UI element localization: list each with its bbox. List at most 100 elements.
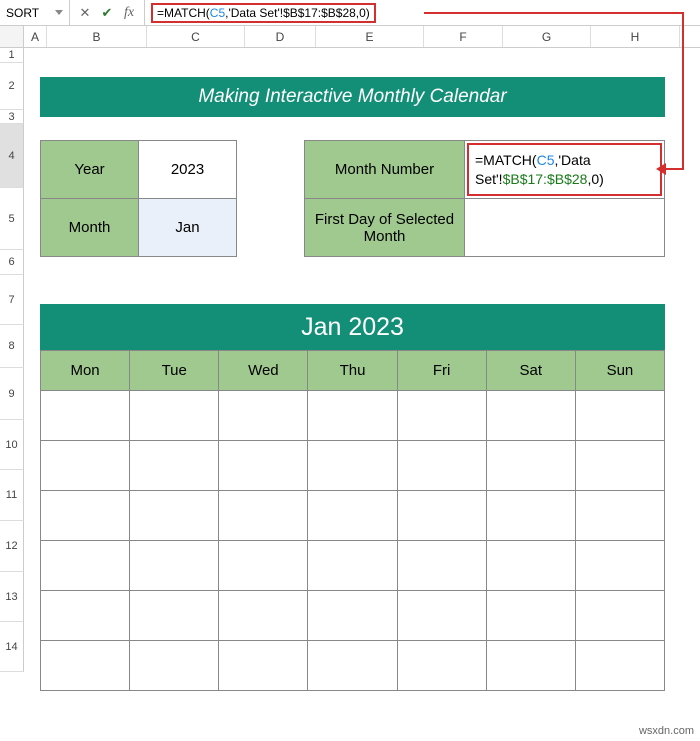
calendar-cell[interactable] bbox=[397, 641, 486, 691]
calendar-cell[interactable] bbox=[397, 491, 486, 541]
calendar-cell[interactable] bbox=[486, 591, 575, 641]
callout-line bbox=[682, 14, 684, 170]
worksheet[interactable]: Making Interactive Monthly Calendar Year… bbox=[24, 48, 700, 741]
month-value[interactable]: Jan bbox=[139, 199, 237, 257]
calendar-cell[interactable] bbox=[219, 641, 308, 691]
col-header-D[interactable]: D bbox=[245, 26, 316, 47]
calendar-cell[interactable] bbox=[219, 541, 308, 591]
row-header-2[interactable]: 2 bbox=[0, 63, 24, 110]
calendar-cell[interactable] bbox=[308, 441, 397, 491]
calendar-cell[interactable] bbox=[130, 491, 219, 541]
calendar-cell[interactable] bbox=[575, 641, 664, 691]
day-header-fri: Fri bbox=[397, 351, 486, 391]
year-label: Year bbox=[41, 141, 139, 199]
day-header-tue: Tue bbox=[130, 351, 219, 391]
calendar-cell[interactable] bbox=[130, 641, 219, 691]
row-header-7[interactable]: 7 bbox=[0, 275, 24, 325]
day-header-mon: Mon bbox=[41, 351, 130, 391]
calendar-cell[interactable] bbox=[486, 641, 575, 691]
select-all-corner[interactable] bbox=[0, 26, 24, 47]
col-header-B[interactable]: B bbox=[47, 26, 147, 47]
calendar-cell[interactable] bbox=[397, 591, 486, 641]
calendar-cell[interactable] bbox=[486, 491, 575, 541]
row-headers: 1 2 3 4 5 6 7 8 9 10 11 12 13 14 bbox=[0, 48, 24, 741]
row-header-1[interactable]: 1 bbox=[0, 48, 24, 63]
watermark: wsxdn.com bbox=[639, 725, 694, 737]
formula-highlight: =MATCH(C5,'Data Set'!$B$17:$B$28,0) bbox=[151, 3, 376, 23]
calendar-cell[interactable] bbox=[308, 591, 397, 641]
first-day-cell[interactable] bbox=[465, 199, 665, 257]
day-header-sun: Sun bbox=[575, 351, 664, 391]
calendar-cell[interactable] bbox=[219, 491, 308, 541]
calendar-cell[interactable] bbox=[130, 391, 219, 441]
month-number-cell[interactable]: =MATCH(C5,'Data Set'!$B$17:$B$28,0) bbox=[465, 141, 665, 199]
formula-bar-icons: ✕ ✔ fx bbox=[70, 0, 145, 25]
row-header-5[interactable]: 5 bbox=[0, 188, 24, 250]
calendar-cell[interactable] bbox=[41, 541, 130, 591]
calendar-cell[interactable] bbox=[486, 391, 575, 441]
calendar-cell[interactable] bbox=[219, 391, 308, 441]
year-month-table: Year 2023 Month Jan bbox=[40, 140, 237, 257]
calendar-cell[interactable] bbox=[41, 491, 130, 541]
month-info-table: Month Number =MATCH(C5,'Data Set'!$B$17:… bbox=[304, 140, 665, 257]
col-header-E[interactable]: E bbox=[316, 26, 424, 47]
calendar-cell[interactable] bbox=[41, 641, 130, 691]
calendar-table: Mon Tue Wed Thu Fri Sat Sun bbox=[40, 350, 665, 691]
day-header-sat: Sat bbox=[486, 351, 575, 391]
row-header-3[interactable]: 3 bbox=[0, 110, 24, 124]
row-header-10[interactable]: 10 bbox=[0, 420, 24, 470]
col-header-G[interactable]: G bbox=[503, 26, 591, 47]
calendar-cell[interactable] bbox=[397, 391, 486, 441]
name-box[interactable]: SORT bbox=[0, 0, 70, 25]
calendar-cell[interactable] bbox=[219, 591, 308, 641]
row-header-8[interactable]: 8 bbox=[0, 325, 24, 368]
row-header-14[interactable]: 14 bbox=[0, 622, 24, 672]
row-header-13[interactable]: 13 bbox=[0, 572, 24, 622]
calendar-cell[interactable] bbox=[130, 541, 219, 591]
row-header-11[interactable]: 11 bbox=[0, 470, 24, 521]
calendar-cell[interactable] bbox=[397, 541, 486, 591]
calendar-cell[interactable] bbox=[486, 441, 575, 491]
col-header-F[interactable]: F bbox=[424, 26, 503, 47]
calendar-cell[interactable] bbox=[41, 391, 130, 441]
calendar-cell[interactable] bbox=[308, 641, 397, 691]
row-header-4[interactable]: 4 bbox=[0, 124, 24, 188]
calendar-cell[interactable] bbox=[130, 591, 219, 641]
column-headers: A B C D E F G H bbox=[0, 26, 700, 48]
calendar-cell[interactable] bbox=[575, 491, 664, 541]
month-number-label: Month Number bbox=[305, 141, 465, 199]
calendar-title: Jan 2023 bbox=[40, 304, 665, 350]
calendar-cell[interactable] bbox=[397, 441, 486, 491]
first-day-label: First Day of Selected Month bbox=[305, 199, 465, 257]
callout-line bbox=[664, 168, 684, 170]
calendar-cell[interactable] bbox=[575, 591, 664, 641]
formula-display: =MATCH(C5,'Data Set'!$B$17:$B$28,0) bbox=[467, 143, 662, 196]
col-header-H[interactable]: H bbox=[591, 26, 680, 47]
calendar-cell[interactable] bbox=[41, 591, 130, 641]
calendar-cell[interactable] bbox=[575, 441, 664, 491]
calendar-cell[interactable] bbox=[486, 541, 575, 591]
row-header-6[interactable]: 6 bbox=[0, 250, 24, 275]
calendar-cell[interactable] bbox=[308, 491, 397, 541]
calendar-cell[interactable] bbox=[575, 391, 664, 441]
month-label: Month bbox=[41, 199, 139, 257]
page-title: Making Interactive Monthly Calendar bbox=[40, 77, 665, 117]
calendar-cell[interactable] bbox=[308, 391, 397, 441]
year-value[interactable]: 2023 bbox=[139, 141, 237, 199]
row-header-12[interactable]: 12 bbox=[0, 521, 24, 572]
calendar-cell[interactable] bbox=[130, 441, 219, 491]
enter-icon[interactable]: ✔ bbox=[96, 5, 118, 21]
cancel-icon[interactable]: ✕ bbox=[74, 5, 96, 21]
fx-icon[interactable]: fx bbox=[118, 5, 140, 21]
day-header-thu: Thu bbox=[308, 351, 397, 391]
calendar-cell[interactable] bbox=[308, 541, 397, 591]
calendar-cell[interactable] bbox=[575, 541, 664, 591]
calendar-cell[interactable] bbox=[41, 441, 130, 491]
col-header-A[interactable]: A bbox=[24, 26, 47, 47]
arrow-head-icon bbox=[656, 163, 666, 175]
row-header-9[interactable]: 9 bbox=[0, 368, 24, 420]
calendar-cell[interactable] bbox=[219, 441, 308, 491]
callout-line bbox=[424, 12, 684, 14]
day-header-wed: Wed bbox=[219, 351, 308, 391]
col-header-C[interactable]: C bbox=[147, 26, 245, 47]
